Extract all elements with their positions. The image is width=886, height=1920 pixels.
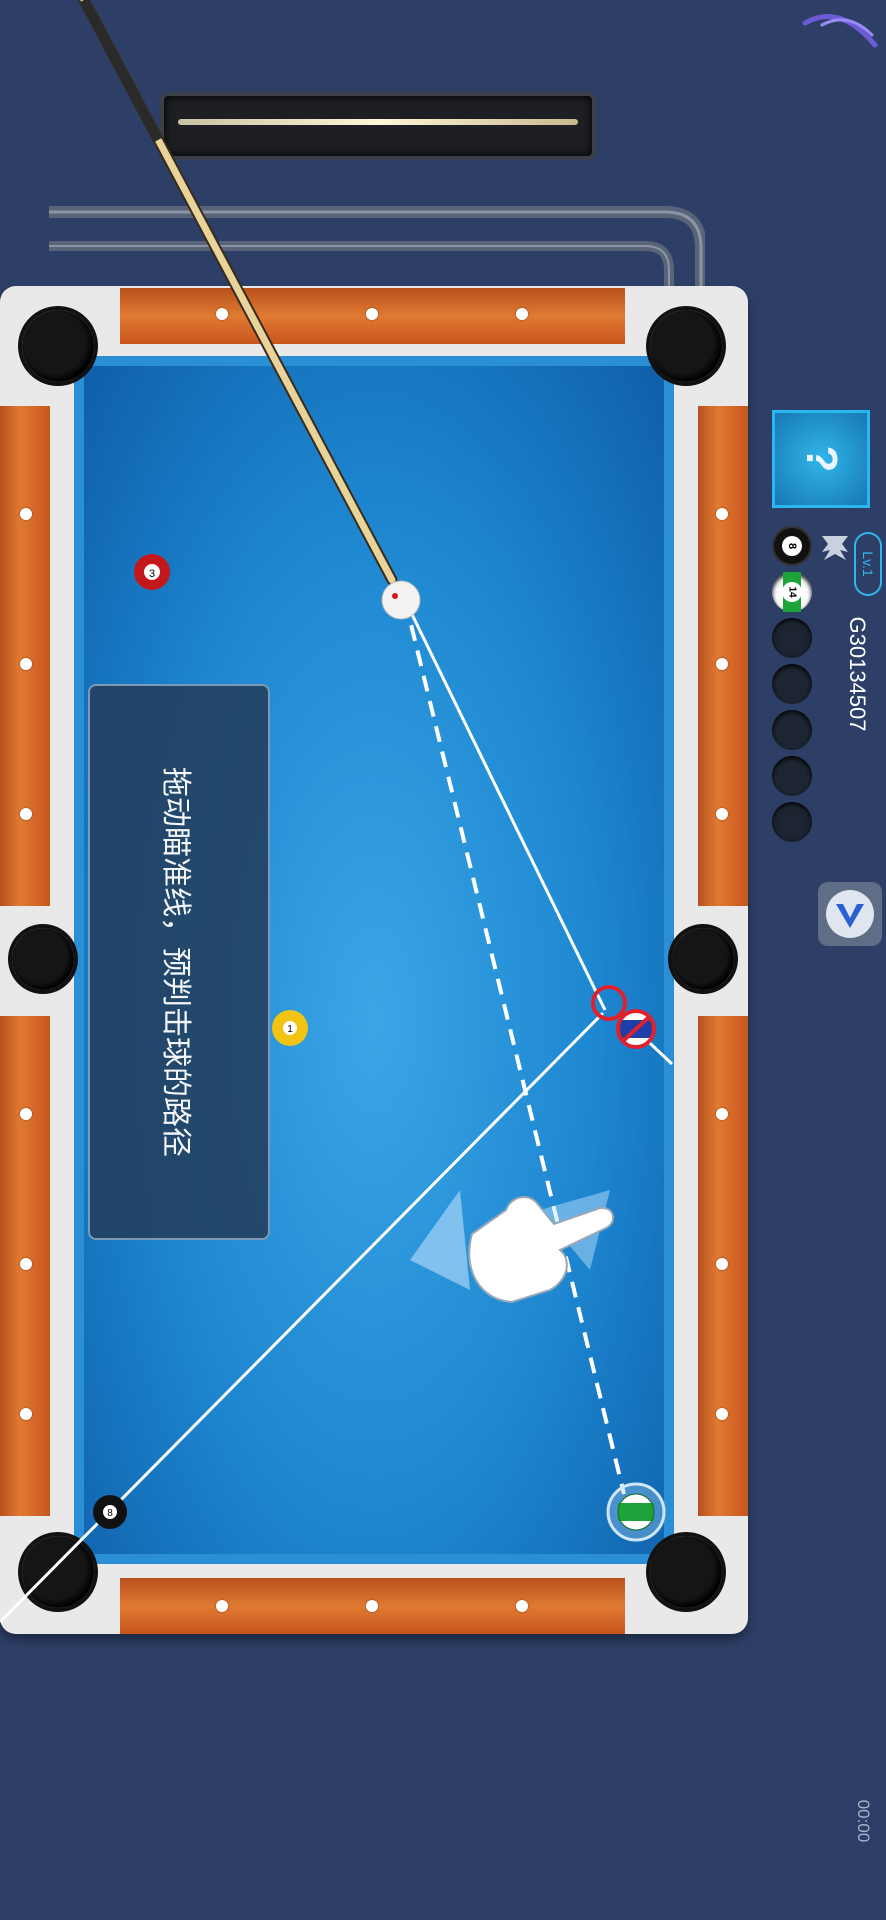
level-badge: Lv.1 [854,532,882,596]
ball-slot-empty [772,802,812,842]
ball-8: 8 [93,1495,127,1529]
ball-slot-8-number: 8 [786,542,798,550]
player-id-container: G30134507 [842,604,872,744]
ghost-ball-target [591,985,627,1021]
v-logo-button[interactable] [818,882,882,946]
timer-text: 00:00 [854,1799,873,1843]
player-avatar[interactable]: ? [772,410,870,508]
ball-slot-empty [772,618,812,658]
tutorial-text: 拖动瞄准线，预判击球的路径 [159,767,192,1157]
hand-pointer-icon [410,1190,615,1304]
ball-1: 1 [272,1010,308,1046]
ball-8-number: 8 [107,1508,113,1519]
cue-stick[interactable] [78,0,398,586]
ball-slot-empty [772,664,812,704]
crown-icon [822,536,848,560]
tutorial-tooltip: 拖动瞄准线，预判击球的路径 [88,684,270,1240]
player-id: G30134507 [845,616,870,732]
ball-slot-empty [772,710,812,750]
level-text: Lv.1 [860,551,876,577]
ball-14 [606,1482,666,1542]
ball-slots: 8 14 [772,526,816,846]
match-timer: 00:00 [848,1796,878,1846]
cue-ball[interactable] [381,580,421,620]
ball-3: 3 [134,554,170,590]
ball-slot-empty [772,756,812,796]
ball-slot-8: 8 [772,526,812,566]
avatar-placeholder-icon: ? [797,445,846,473]
ball-slot-14: 14 [772,572,812,612]
ball-10 [616,1009,656,1049]
ball-1-number: 1 [287,1024,293,1035]
ball-3-number: 3 [149,568,155,580]
v-logo-icon [826,890,874,938]
ball-slot-14-number: 14 [786,586,798,598]
